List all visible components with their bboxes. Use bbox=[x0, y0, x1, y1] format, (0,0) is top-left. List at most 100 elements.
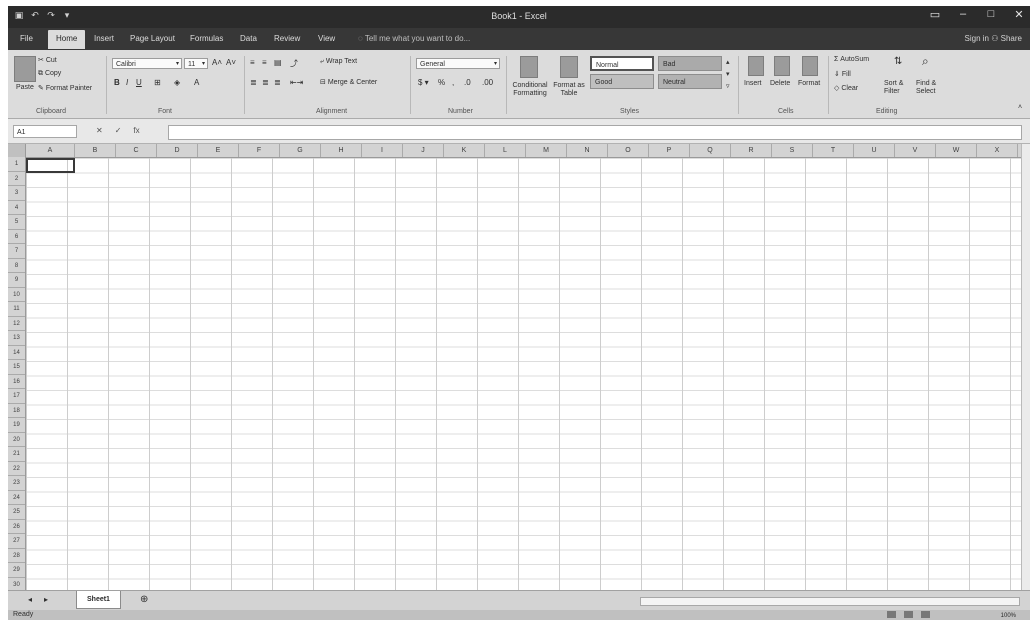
prev-sheet-icon[interactable]: ◂ bbox=[28, 595, 32, 604]
tab-view[interactable]: View bbox=[318, 34, 335, 43]
column-header-s[interactable]: S bbox=[772, 144, 813, 157]
comma-icon[interactable]: , bbox=[452, 78, 454, 87]
bold-icon[interactable]: B bbox=[114, 78, 120, 87]
format-table-icon[interactable] bbox=[560, 56, 578, 78]
tab-home[interactable]: Home bbox=[48, 30, 86, 49]
styles-scroll-up-icon[interactable]: ▴ bbox=[726, 58, 730, 66]
align-bottom-icon[interactable]: ▤ bbox=[274, 58, 282, 67]
row-header-25[interactable]: 25 bbox=[8, 505, 25, 520]
styles-more-icon[interactable]: ▿ bbox=[726, 82, 730, 90]
currency-icon[interactable]: $ ▾ bbox=[418, 78, 429, 87]
name-box[interactable]: A1 bbox=[13, 125, 77, 138]
column-header-r[interactable]: R bbox=[731, 144, 772, 157]
row-header-5[interactable]: 5 bbox=[8, 215, 25, 230]
column-header-l[interactable]: L bbox=[485, 144, 526, 157]
row-header-20[interactable]: 20 bbox=[8, 433, 25, 447]
column-header-w[interactable]: W bbox=[936, 144, 977, 157]
column-header-e[interactable]: E bbox=[198, 144, 239, 157]
row-header-18[interactable]: 18 bbox=[8, 404, 25, 418]
column-header-d[interactable]: D bbox=[157, 144, 198, 157]
column-header-m[interactable]: M bbox=[526, 144, 567, 157]
row-header-28[interactable]: 28 bbox=[8, 549, 25, 563]
increase-decimal-icon[interactable]: .0 bbox=[464, 78, 471, 87]
row-header-11[interactable]: 11 bbox=[8, 302, 25, 317]
row-header-27[interactable]: 27 bbox=[8, 534, 25, 549]
tab-page-layout[interactable]: Page Layout bbox=[130, 34, 175, 43]
row-header-30[interactable]: 30 bbox=[8, 578, 25, 591]
tab-insert[interactable]: Insert bbox=[94, 34, 114, 43]
column-header-u[interactable]: U bbox=[854, 144, 895, 157]
tab-review[interactable]: Review bbox=[274, 34, 300, 43]
row-header-24[interactable]: 24 bbox=[8, 491, 25, 505]
row-header-6[interactable]: 6 bbox=[8, 230, 25, 244]
cut-button[interactable]: ✂ Cut bbox=[38, 56, 57, 64]
zoom-level[interactable]: 100% bbox=[1001, 611, 1016, 620]
tab-data[interactable]: Data bbox=[240, 34, 257, 43]
column-header-t[interactable]: T bbox=[813, 144, 854, 157]
row-header-26[interactable]: 26 bbox=[8, 520, 25, 534]
column-header-i[interactable]: I bbox=[362, 144, 403, 157]
italic-icon[interactable]: I bbox=[126, 78, 128, 87]
row-header-13[interactable]: 13 bbox=[8, 331, 25, 346]
column-header-q[interactable]: Q bbox=[690, 144, 731, 157]
copy-button[interactable]: ⧉ Copy bbox=[38, 70, 61, 78]
column-header-k[interactable]: K bbox=[444, 144, 485, 157]
next-sheet-icon[interactable]: ▸ bbox=[44, 595, 48, 604]
column-header-g[interactable]: G bbox=[280, 144, 321, 157]
column-header-j[interactable]: J bbox=[403, 144, 444, 157]
close-icon[interactable]: ✕ bbox=[1012, 8, 1026, 21]
row-header-12[interactable]: 12 bbox=[8, 317, 25, 331]
column-header-v[interactable]: V bbox=[895, 144, 936, 157]
merge-center-button[interactable]: ⊟ Merge & Center bbox=[320, 78, 377, 86]
row-header-19[interactable]: 19 bbox=[8, 418, 25, 433]
format-button[interactable]: Format bbox=[798, 80, 820, 87]
page-break-view-icon[interactable] bbox=[921, 611, 930, 618]
horizontal-scrollbar[interactable] bbox=[640, 597, 1020, 606]
column-header-h[interactable]: H bbox=[321, 144, 362, 157]
minimize-icon[interactable]: – bbox=[956, 8, 970, 21]
fill-button[interactable]: ⇓ Fill bbox=[834, 70, 851, 78]
row-header-3[interactable]: 3 bbox=[8, 186, 25, 201]
align-center-icon[interactable]: ≣ bbox=[262, 78, 269, 87]
selected-cell[interactable] bbox=[26, 158, 75, 173]
decrease-decimal-icon[interactable]: .00 bbox=[482, 78, 493, 87]
normal-view-icon[interactable] bbox=[887, 611, 896, 618]
paste-button[interactable]: Paste bbox=[16, 84, 34, 91]
add-sheet-icon[interactable]: ⊕ bbox=[140, 594, 148, 605]
fill-color-icon[interactable]: ◈ bbox=[174, 78, 180, 87]
tab-formulas[interactable]: Formulas bbox=[190, 34, 223, 43]
row-header-8[interactable]: 8 bbox=[8, 259, 25, 273]
conditional-formatting-icon[interactable] bbox=[520, 56, 538, 78]
shrink-font-icon[interactable]: A˅ bbox=[226, 58, 236, 67]
delete-button[interactable]: Delete bbox=[770, 80, 790, 87]
page-layout-view-icon[interactable] bbox=[904, 611, 913, 618]
row-header-9[interactable]: 9 bbox=[8, 273, 25, 288]
find-select-icon[interactable]: ⌕ bbox=[922, 54, 929, 69]
row-header-17[interactable]: 17 bbox=[8, 389, 25, 404]
indent-icon[interactable]: ⇤⇥ bbox=[290, 78, 303, 87]
align-right-icon[interactable]: ≣ bbox=[274, 78, 281, 87]
column-header-f[interactable]: F bbox=[239, 144, 280, 157]
collapse-ribbon-icon[interactable]: ˄ bbox=[1018, 104, 1022, 111]
column-header-b[interactable]: B bbox=[75, 144, 116, 157]
row-header-22[interactable]: 22 bbox=[8, 462, 25, 476]
align-top-icon[interactable]: ≡ bbox=[250, 58, 255, 67]
sort-filter-icon[interactable]: ⇅ bbox=[894, 56, 902, 67]
vertical-scrollbar[interactable] bbox=[1021, 144, 1030, 590]
share-button[interactable]: Share bbox=[1001, 34, 1022, 43]
row-header-4[interactable]: 4 bbox=[8, 201, 25, 215]
enter-icon[interactable]: ✓ bbox=[115, 126, 122, 135]
format-cells-icon[interactable] bbox=[802, 56, 818, 76]
tab-file[interactable]: File bbox=[20, 34, 33, 43]
style-neutral[interactable]: Neutral bbox=[658, 74, 722, 89]
format-painter-button[interactable]: ✎ Format Painter bbox=[38, 84, 92, 92]
cancel-icon[interactable]: ✕ bbox=[96, 126, 103, 135]
percent-icon[interactable]: % bbox=[438, 78, 445, 87]
grow-font-icon[interactable]: A˄ bbox=[212, 58, 222, 67]
align-left-icon[interactable]: ≣ bbox=[250, 78, 257, 87]
row-header-21[interactable]: 21 bbox=[8, 447, 25, 462]
column-header-c[interactable]: C bbox=[116, 144, 157, 157]
styles-scroll-down-icon[interactable]: ▾ bbox=[726, 70, 730, 78]
insert-button[interactable]: Insert bbox=[744, 80, 762, 87]
font-color-icon[interactable]: A bbox=[194, 78, 199, 87]
